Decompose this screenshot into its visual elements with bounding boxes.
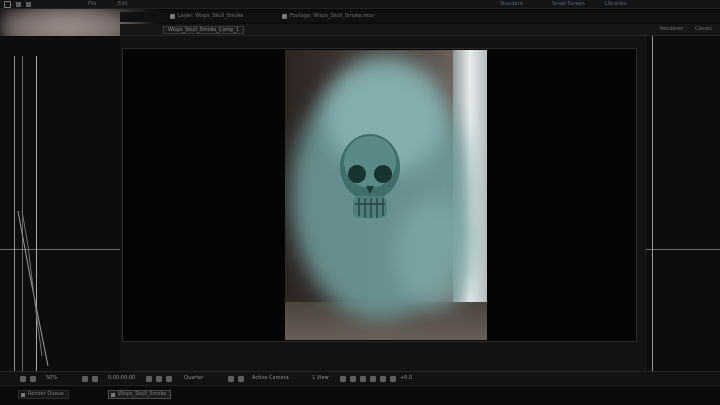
select-tool-icon[interactable] (26, 2, 31, 7)
transparency-grid-icon[interactable] (166, 376, 172, 382)
tab-render-queue-label: Render Queue (28, 391, 64, 397)
workspace-standard[interactable]: Standard (500, 1, 523, 7)
tab-footage-label: Footage: Wisps_Skull_Smoke.mov (290, 13, 375, 19)
graph-curve (17, 210, 49, 367)
reset-exposure-icon[interactable] (380, 376, 386, 382)
tab-composition[interactable]: Wisps_Skull_Smoke_Comp_1 (163, 26, 245, 34)
render-queue-icon (21, 393, 25, 397)
graph-line (652, 36, 653, 371)
show-channel-icon[interactable] (92, 376, 98, 382)
snapshot-icon[interactable] (82, 376, 88, 382)
menu-bar: File Edit Standard Small Screen Librarie… (0, 0, 720, 9)
camera-icon[interactable] (146, 376, 152, 382)
tab-timeline-comp[interactable]: Wisps_Skull_Smoke (108, 390, 172, 399)
video-frame (285, 50, 487, 340)
footage-icon (282, 14, 287, 19)
left-graph-panel (0, 36, 120, 371)
adjust-exposure-icon[interactable] (390, 376, 396, 382)
comp-flowchart-icon[interactable] (370, 376, 376, 382)
resolution-select[interactable]: Quarter (184, 375, 203, 381)
smoke-puff (395, 200, 475, 310)
workspace-small-screen[interactable]: Small Screen (552, 1, 585, 7)
home-icon[interactable] (16, 2, 21, 7)
tab-footage[interactable]: Footage: Wisps_Skull_Smoke.mov (280, 13, 374, 21)
grid-icon[interactable] (228, 376, 234, 382)
always-preview-icon[interactable] (20, 376, 26, 382)
exposure-value[interactable]: +0.0 (400, 375, 412, 381)
fast-preview-icon[interactable] (350, 376, 356, 382)
region-of-interest-icon[interactable] (156, 376, 162, 382)
tab-layer[interactable]: Layer: Wisps_Skull_Smoke (168, 13, 244, 21)
camera-select[interactable]: Active Camera (252, 375, 289, 381)
right-panel (645, 36, 720, 371)
timeline-tab-bar: Render Queue Wisps_Skull_Smoke (0, 385, 720, 405)
layer-icon (170, 14, 175, 19)
renderer-label: Renderer: (660, 26, 685, 32)
tab-render-queue[interactable]: Render Queue (18, 390, 69, 399)
viewer-toolbar: 50% 0:00:00:00 Quarter Active Camera 1 V… (0, 371, 720, 385)
panel-tabs: Layer: Wisps_Skull_Smoke Footage: Wisps_… (120, 12, 720, 22)
renderer-value[interactable]: Classic (695, 26, 712, 32)
toggle-pixel-aspect-icon[interactable] (340, 376, 346, 382)
composition-tab-bar: Wisps_Skull_Smoke_Comp_1 Renderer: Class… (120, 24, 720, 36)
tab-timeline-comp-label: Wisps_Skull_Smoke (118, 391, 167, 397)
graph-baseline (646, 249, 720, 250)
menu-item-edit[interactable]: Edit (118, 1, 128, 7)
menu-item-file[interactable]: File (88, 1, 96, 7)
workspace-libraries[interactable]: Libraries (605, 1, 627, 7)
skull-icon (340, 134, 400, 218)
toggle-mask-icon[interactable] (30, 376, 36, 382)
3d-view-icon[interactable] (238, 376, 244, 382)
app-logo-icon (4, 1, 11, 8)
tab-layer-label: Layer: Wisps_Skull_Smoke (178, 13, 244, 19)
zoom-select[interactable]: 50% (46, 375, 57, 381)
composition-icon (111, 393, 115, 397)
timecode[interactable]: 0:00:00:00 (108, 375, 135, 381)
view-layout-select[interactable]: 1 View (312, 375, 329, 381)
timeline-icon[interactable] (360, 376, 366, 382)
